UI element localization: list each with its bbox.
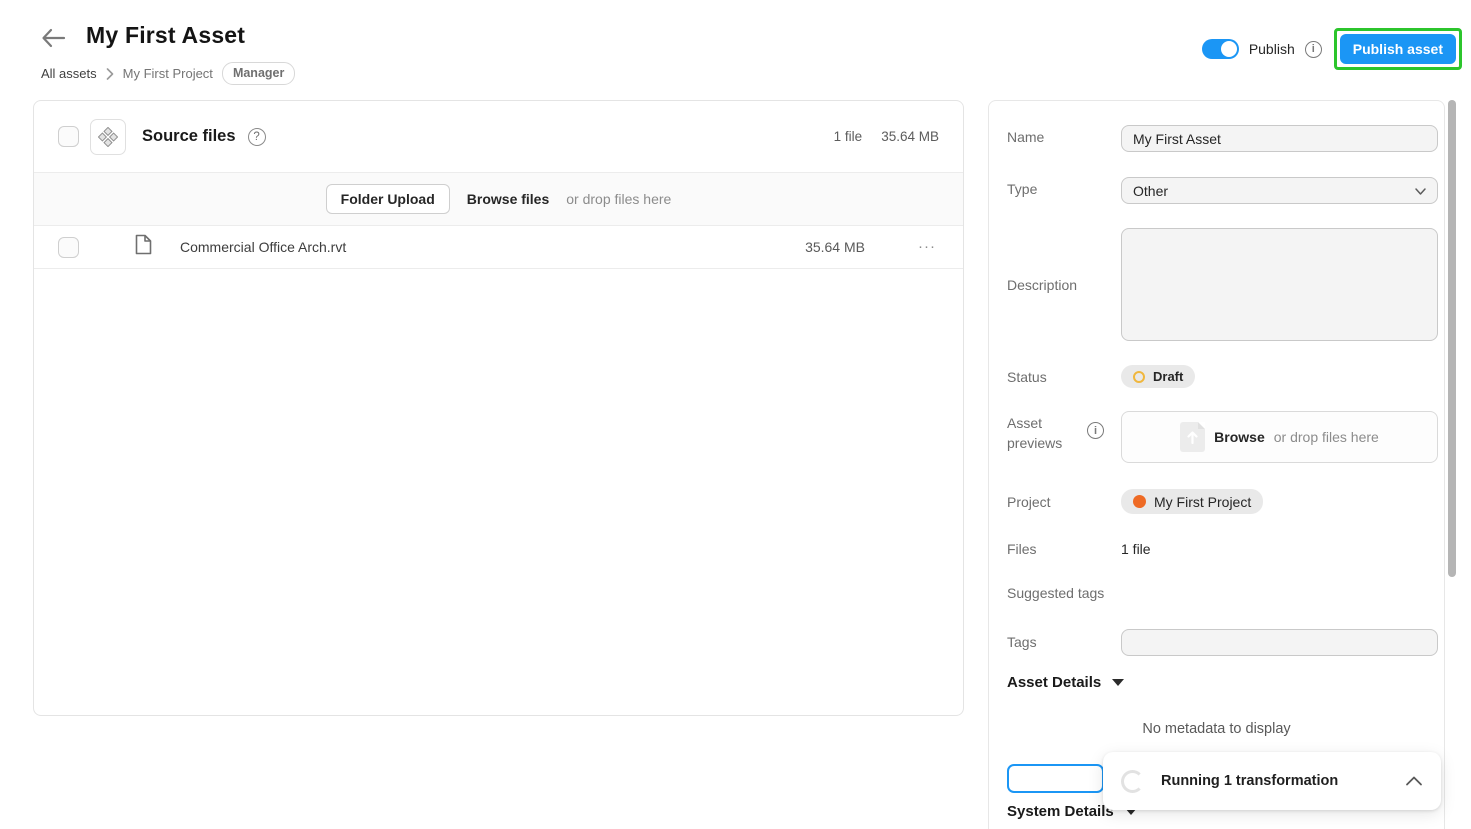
description-textarea[interactable] [1121,228,1438,341]
chevron-down-icon [1414,185,1427,201]
project-color-dot [1133,495,1146,508]
browse-files-button[interactable]: Browse files [467,191,549,207]
system-details-section-label: System Details [1007,803,1114,820]
publish-controls: Publish i Publish asset [1202,28,1462,70]
source-files-card: Source files ? 1 file 35.64 MB Folder Up… [33,100,964,716]
breadcrumb-project: My First Project [123,66,213,81]
status-value: Draft [1153,369,1183,384]
asset-previews-dropzone[interactable]: Browse or drop files here [1121,411,1438,463]
project-value: My First Project [1154,494,1251,510]
publish-toggle[interactable] [1202,39,1239,59]
asset-details-panel: Name Type Other Description Status Draft… [988,100,1445,829]
info-icon[interactable]: i [1305,41,1322,58]
role-badge: Manager [222,62,295,85]
scrollbar-thumb[interactable] [1448,100,1456,577]
no-metadata-text: No metadata to display [989,721,1444,737]
back-button[interactable] [40,26,66,50]
file-count: 1 file [834,129,863,144]
arrow-left-icon [40,26,66,50]
upload-strip: Folder Upload Browse files or drop files… [34,173,963,226]
asset-cluster-button[interactable] [90,119,126,155]
breadcrumb: All assets My First Project Manager [41,62,295,85]
toggle-knob [1221,41,1237,57]
tags-label: Tags [1007,634,1037,650]
source-files-header: Source files ? 1 file 35.64 MB [34,101,963,173]
spinner-icon [1121,770,1144,793]
publish-toggle-label: Publish [1249,41,1295,57]
name-input[interactable] [1121,125,1438,152]
toast-message: Running 1 transformation [1161,773,1338,789]
chevron-up-icon[interactable] [1405,775,1423,787]
asset-previews-label: Asset previews [1007,413,1079,453]
asset-previews-info-icon[interactable]: i [1087,422,1104,439]
transformation-toast: Running 1 transformation [1103,752,1441,810]
suggested-tags-label: Suggested tags [1007,585,1104,601]
file-name: Commercial Office Arch.rvt [180,239,346,255]
source-files-title: Source files [142,127,236,146]
previews-browse-button[interactable]: Browse [1214,429,1265,445]
partially-hidden-button[interactable] [1007,764,1104,793]
drop-files-hint: or drop files here [566,191,671,207]
files-summary: 1 file 35.64 MB [834,129,939,144]
files-label: Files [1007,541,1037,557]
previews-drop-hint: or drop files here [1274,429,1379,445]
file-size: 35.64 MB [805,239,865,255]
files-value: 1 file [1121,541,1151,557]
asset-cluster-icon [98,127,118,147]
status-badge: Draft [1121,365,1195,388]
draft-status-icon [1133,371,1145,383]
total-size: 35.64 MB [881,129,939,144]
publish-asset-button[interactable]: Publish asset [1340,34,1456,64]
type-label: Type [1007,181,1037,197]
triangle-down-icon [1112,679,1124,686]
select-all-checkbox[interactable] [58,126,79,147]
file-checkbox[interactable] [58,237,79,258]
asset-details-section-label: Asset Details [1007,674,1101,691]
chevron-right-icon [106,68,114,80]
upload-file-icon [1180,422,1205,452]
description-label: Description [1007,277,1077,293]
tags-input[interactable] [1121,629,1438,656]
status-label: Status [1007,369,1047,385]
file-icon [135,234,152,260]
help-icon[interactable]: ? [248,128,266,146]
type-select[interactable]: Other [1121,177,1438,204]
highlight-frame: Publish asset [1334,28,1462,70]
project-badge: My First Project [1121,489,1263,514]
project-label: Project [1007,494,1051,510]
asset-details-section-toggle[interactable]: Asset Details [1007,674,1124,691]
asset-detail-page: My First Asset All assets My First Proje… [0,0,1471,829]
name-label: Name [1007,129,1044,145]
type-select-value: Other [1133,183,1168,199]
breadcrumb-all-assets[interactable]: All assets [41,66,97,81]
file-row[interactable]: Commercial Office Arch.rvt 35.64 MB ··· [34,226,963,269]
folder-upload-button[interactable]: Folder Upload [326,184,450,214]
page-title: My First Asset [86,22,245,49]
